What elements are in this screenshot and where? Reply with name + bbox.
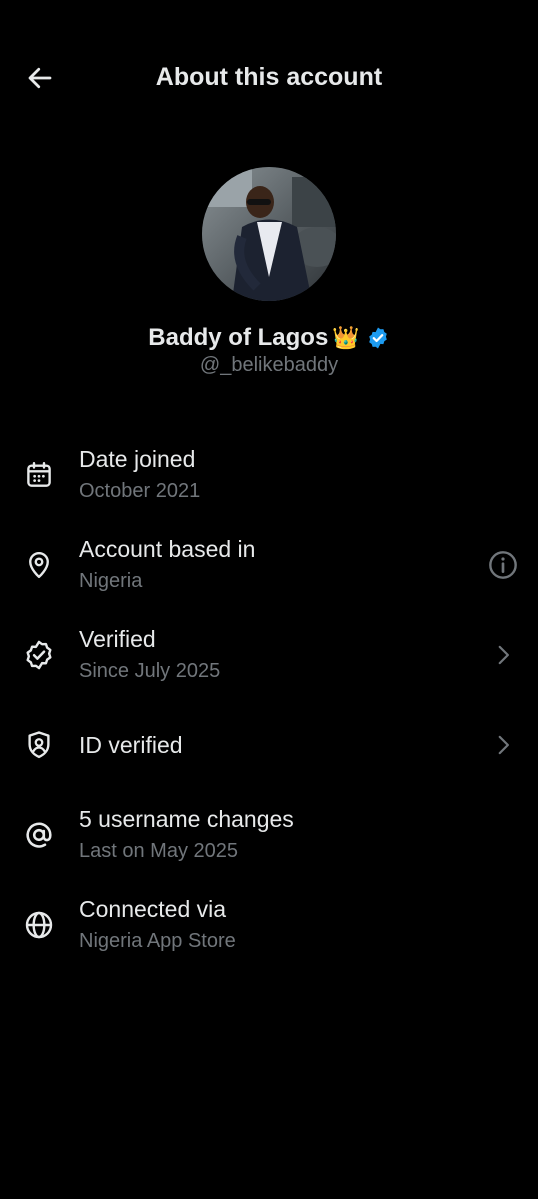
top-bar: About this account [0, 0, 538, 155]
globe-icon [22, 908, 56, 942]
verified-row[interactable]: Verified Since July 2025 [0, 622, 538, 702]
account-based-in-row: Account based in Nigeria [0, 532, 538, 612]
username-handle: @_belikebaddy [199, 354, 339, 376]
row-title: Date joined [79, 446, 196, 472]
row-title: Connected via [79, 896, 227, 922]
date-joined-row: Date joined October 2021 [0, 442, 538, 522]
connected-via-row: Connected via Nigeria App Store [0, 892, 538, 972]
row-subtitle: Last on May 2025 [79, 840, 238, 862]
row-subtitle: Since July 2025 [79, 660, 221, 682]
profile-name-row: Baddy of Lagos 👑 [0, 322, 538, 354]
row-title: 5 username changes [79, 806, 294, 832]
row-subtitle: October 2021 [79, 480, 201, 502]
id-verified-row[interactable]: ID verified [0, 712, 538, 792]
chevron-right-icon[interactable] [486, 638, 520, 672]
location-pin-icon [22, 548, 56, 582]
row-title: Verified [79, 626, 156, 652]
calendar-icon [22, 458, 56, 492]
id-shield-icon [22, 728, 56, 762]
row-title: Account based in [79, 536, 256, 562]
display-name: Baddy of Lagos [148, 324, 329, 351]
info-icon[interactable] [486, 548, 520, 582]
username-changes-row: 5 username changes Last on May 2025 [0, 802, 538, 882]
verified-badge-icon[interactable] [366, 326, 390, 350]
avatar[interactable] [202, 167, 336, 301]
profile-photo [202, 167, 336, 301]
at-sign-icon [22, 818, 56, 852]
verified-check-icon [22, 638, 56, 672]
row-subtitle: Nigeria App Store [79, 930, 236, 952]
chevron-right-icon[interactable] [486, 728, 520, 762]
page-title: About this account [155, 63, 383, 91]
row-subtitle: Nigeria [79, 570, 143, 592]
row-title: ID verified [79, 732, 183, 758]
crown-emoji: 👑 [332, 325, 360, 350]
